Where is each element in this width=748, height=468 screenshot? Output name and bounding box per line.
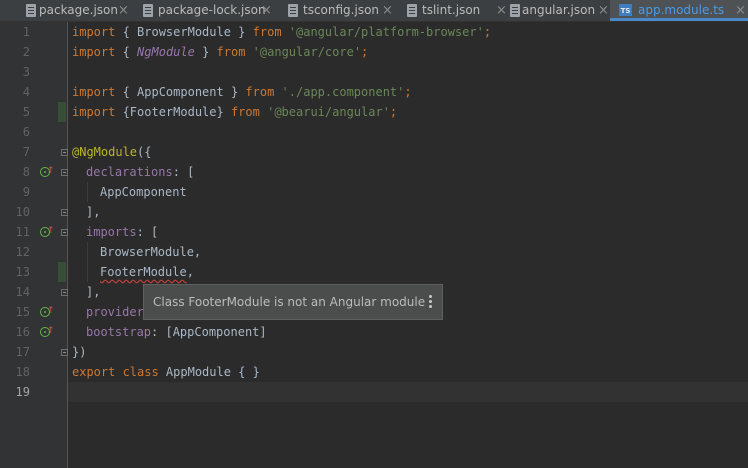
navigate-up-arrow-icon[interactable]: ↑ <box>47 306 55 316</box>
fold-toggle-icon[interactable] <box>61 149 68 156</box>
error-highlight: FooterModule <box>100 265 187 279</box>
indent-guide <box>87 242 88 282</box>
json-file-icon <box>288 4 298 17</box>
line-number: 2 <box>22 45 30 59</box>
code-line-9: AppComponent <box>100 185 187 199</box>
line-number: 16 <box>15 325 30 339</box>
fold-end-icon[interactable] <box>61 209 68 216</box>
line-number: 1 <box>22 25 30 39</box>
code-line-17: }) <box>72 345 87 359</box>
code-line-15: provider <box>86 305 144 319</box>
indent-guide <box>87 182 88 202</box>
tab-package-json[interactable]: package.json × <box>0 0 130 21</box>
tab-label: package.json <box>39 3 119 17</box>
line-number: 12 <box>15 245 30 259</box>
line-number: 9 <box>22 185 30 199</box>
vcs-change-marker[interactable] <box>58 102 66 122</box>
line-number: 11 <box>15 225 30 239</box>
fold-end-icon[interactable] <box>61 289 68 296</box>
line-number: 15 <box>15 305 30 319</box>
code-line-18: export class AppModule { } <box>72 365 260 379</box>
tab-tslint-json[interactable]: tslint.json × <box>395 0 510 21</box>
line-number: 5 <box>22 105 30 119</box>
close-icon[interactable]: × <box>496 0 507 21</box>
navigate-up-arrow-icon[interactable]: ↑ <box>47 166 55 176</box>
code-line-2: import { NgModule } from '@angular/core'… <box>72 45 369 59</box>
line-number: 19 <box>15 385 30 399</box>
fold-end-icon[interactable] <box>61 349 68 356</box>
close-icon[interactable]: × <box>382 0 393 21</box>
vcs-change-marker[interactable] <box>58 262 66 282</box>
code-line-12: BrowserModule, <box>100 245 202 259</box>
close-icon[interactable]: × <box>261 0 272 21</box>
fold-toggle-icon[interactable] <box>61 169 68 176</box>
line-number: 3 <box>22 65 30 79</box>
code-line-4: import { AppComponent } from './app.comp… <box>72 85 412 99</box>
tab-tsconfig-json[interactable]: tsconfig.json × <box>275 0 395 21</box>
tab-label: angular.json <box>522 3 596 17</box>
typescript-file-icon: TS <box>619 4 632 16</box>
json-file-icon <box>26 4 36 17</box>
tab-angular-json[interactable]: angular.json × <box>510 0 610 21</box>
fold-toggle-icon[interactable] <box>61 229 68 236</box>
tab-label: tsconfig.json <box>303 3 380 17</box>
line-number: 18 <box>15 365 30 379</box>
tab-label: app.module.ts <box>638 3 725 17</box>
line-number: 4 <box>22 85 30 99</box>
code-line-13: FooterModule, <box>100 265 194 279</box>
json-file-icon <box>407 4 417 17</box>
code-line-16: bootstrap: [AppComponent] <box>86 325 267 339</box>
line-number: 7 <box>22 145 30 159</box>
json-file-icon <box>143 4 153 17</box>
code-line-5: import {FooterModule} from '@bearui/angu… <box>72 105 398 119</box>
code-line-14: ], <box>86 285 101 299</box>
close-icon[interactable]: × <box>118 0 129 21</box>
tab-label: package-lock.json <box>158 3 266 17</box>
line-number: 6 <box>22 125 30 139</box>
tab-app-module-ts[interactable]: TS app.module.ts × <box>610 0 748 21</box>
error-tooltip: Class FooterModule is not an Angular mod… <box>143 284 443 320</box>
tab-package-lock-json[interactable]: package-lock.json × <box>130 0 275 21</box>
json-file-icon <box>510 4 520 17</box>
editor-tab-bar: package.json × package-lock.json × tscon… <box>0 0 748 22</box>
close-icon[interactable]: × <box>735 0 746 21</box>
navigate-up-arrow-icon[interactable]: ↑ <box>47 326 55 336</box>
more-actions-icon[interactable] <box>429 295 432 309</box>
close-icon[interactable]: × <box>598 0 609 21</box>
line-number: 14 <box>15 285 30 299</box>
line-number: 10 <box>15 205 30 219</box>
code-line-8: declarations: [ <box>86 165 195 179</box>
tooltip-message: Class FooterModule is not an Angular mod… <box>153 295 426 309</box>
line-number: 13 <box>15 265 30 279</box>
tab-label: tslint.json <box>422 3 481 17</box>
navigate-up-arrow-icon[interactable]: ↑ <box>47 226 55 236</box>
code-line-7: @NgModule({ <box>72 145 152 159</box>
code-line-10: ], <box>86 205 101 219</box>
line-number: 8 <box>22 165 30 179</box>
code-line-11: imports: [ <box>86 225 159 239</box>
current-line-highlight <box>68 382 748 402</box>
code-line-1: import { BrowserModule } from '@angular/… <box>72 25 492 39</box>
line-number: 17 <box>15 345 30 359</box>
